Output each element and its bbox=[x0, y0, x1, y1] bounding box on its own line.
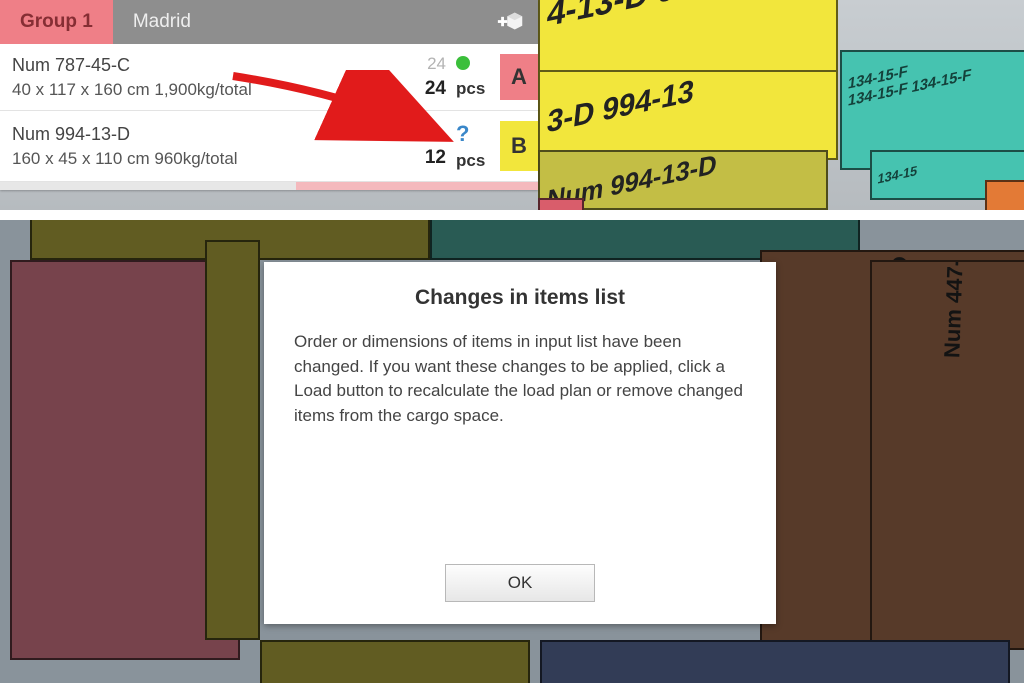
top-section: 4-13-D 994-13 3-D 994-13 Num 994-13-D 13… bbox=[0, 0, 1024, 210]
box-label: 4-13-D 994-13 bbox=[545, 0, 831, 36]
item-panel: Group 1 Madrid Num 787-45-C 40 x 117 x 1… bbox=[0, 0, 538, 190]
bottom-section: Num 447-44-D Num 447-44-D Changes in ite… bbox=[0, 220, 1024, 683]
pcs-label: pcs bbox=[456, 151, 500, 171]
item-dims: 40 x 117 x 160 cm 1,900kg/total bbox=[12, 80, 390, 100]
item-status: pcs bbox=[450, 55, 500, 99]
dialog-button-row: OK bbox=[294, 564, 746, 602]
count-loaded: 24 bbox=[390, 78, 446, 100]
item-letter-badge: A bbox=[500, 54, 538, 100]
panel-header: Group 1 Madrid bbox=[0, 0, 538, 44]
pcs-label: pcs bbox=[456, 79, 500, 99]
count-available: 24 bbox=[390, 54, 446, 74]
status-ok-icon bbox=[456, 56, 470, 70]
changes-dialog: Changes in items list Order or dimension… bbox=[264, 262, 776, 624]
item-dims: 160 x 45 x 110 cm 960kg/total bbox=[12, 149, 390, 169]
panel-footer-bar bbox=[0, 182, 538, 190]
add-box-icon bbox=[496, 7, 526, 37]
item-count: . 12 bbox=[390, 123, 450, 169]
box-label: 3-D 994-13 bbox=[545, 70, 830, 141]
location-label[interactable]: Madrid bbox=[113, 0, 484, 44]
box-label: Num 447-44-D bbox=[939, 260, 970, 358]
status-question-icon: ? bbox=[456, 121, 469, 146]
item-status: ? pcs bbox=[450, 121, 500, 171]
item-name: Num 787-45-C bbox=[12, 55, 390, 76]
item-row-a[interactable]: Num 787-45-C 40 x 117 x 160 cm 1,900kg/t… bbox=[0, 44, 538, 111]
group-tab[interactable]: Group 1 bbox=[0, 0, 113, 44]
item-text: Num 994-13-D 160 x 45 x 110 cm 960kg/tot… bbox=[12, 124, 390, 169]
box-label: Num 994-13-D bbox=[545, 150, 820, 210]
item-text: Num 787-45-C 40 x 117 x 160 cm 1,900kg/t… bbox=[12, 55, 390, 100]
item-letter-badge: B bbox=[500, 121, 538, 171]
item-row-b[interactable]: Num 994-13-D 160 x 45 x 110 cm 960kg/tot… bbox=[0, 111, 538, 182]
add-box-button[interactable] bbox=[484, 0, 538, 44]
ok-button[interactable]: OK bbox=[445, 564, 595, 602]
section-divider bbox=[0, 210, 1024, 220]
item-count: 24 24 bbox=[390, 54, 450, 100]
item-name: Num 994-13-D bbox=[12, 124, 390, 145]
dialog-body: Order or dimensions of items in input li… bbox=[294, 330, 746, 429]
count-loaded: 12 bbox=[390, 147, 446, 169]
dialog-title: Changes in items list bbox=[294, 286, 746, 310]
